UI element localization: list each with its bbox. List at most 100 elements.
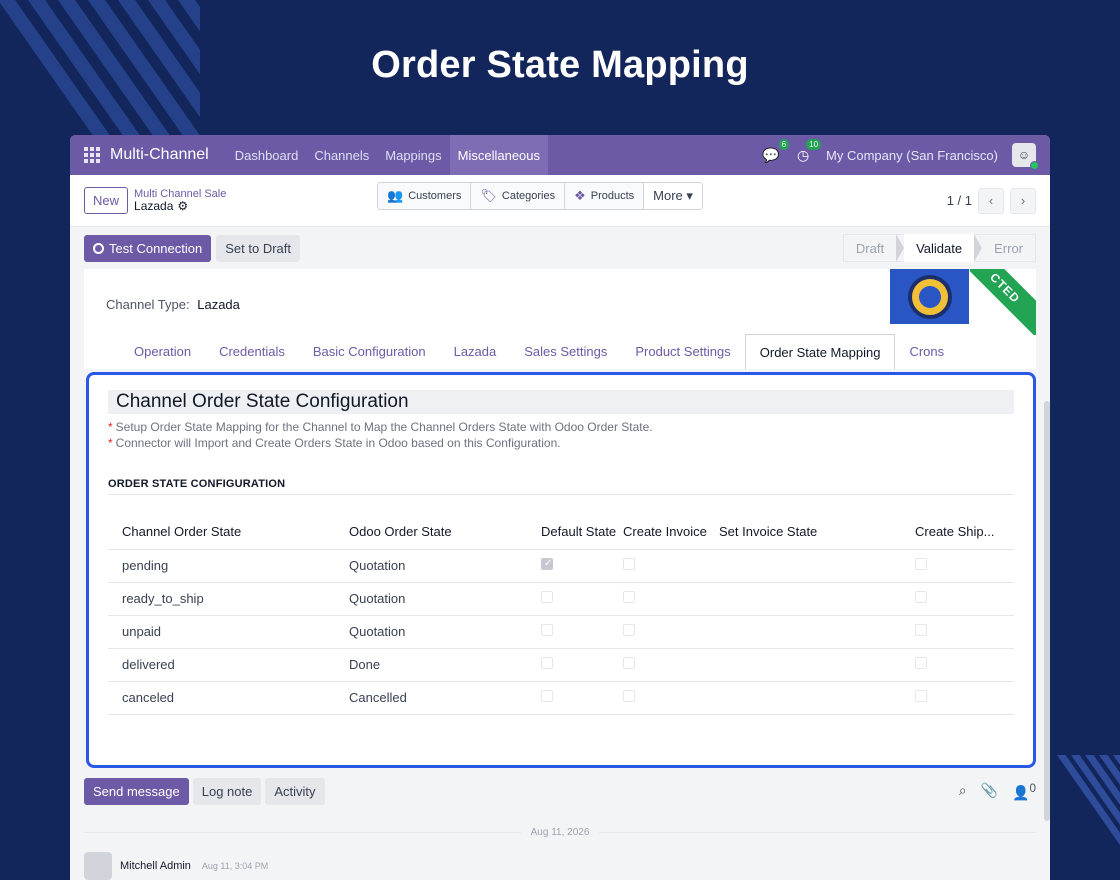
create-shipment-checkbox[interactable]	[915, 657, 927, 669]
tab-credentials[interactable]: Credentials	[205, 334, 299, 369]
channel-state-cell: ready_to_ship	[108, 582, 335, 616]
create-invoice-checkbox[interactable]	[623, 657, 635, 669]
table-row[interactable]: pending Quotation	[108, 549, 1014, 583]
default-state-checkbox[interactable]	[541, 657, 553, 669]
column-set-invoice-state[interactable]: Set Invoice State	[719, 515, 901, 550]
create-shipment-checkbox[interactable]	[915, 624, 927, 636]
create-shipment-checkbox-cell	[901, 615, 1014, 649]
user-avatar[interactable]: ☺	[1012, 143, 1039, 170]
stage-validate[interactable]: Validate	[904, 234, 975, 262]
table-row[interactable]: delivered Done	[108, 648, 1014, 682]
tab-lazada[interactable]: Lazada	[440, 334, 511, 369]
tab-crons[interactable]: Crons	[895, 334, 958, 369]
activities-badge: 10	[806, 139, 822, 150]
column-channel-order-state[interactable]: Channel Order State	[108, 515, 335, 550]
log-note-button[interactable]: Log note	[192, 778, 262, 805]
create-shipment-checkbox[interactable]	[915, 690, 927, 702]
scrollbar[interactable]	[1044, 401, 1050, 821]
test-connection-button[interactable]: Test Connection	[84, 234, 212, 262]
online-status-dot	[1030, 161, 1039, 170]
odoo-state-cell: Quotation	[335, 549, 527, 583]
help-note-text: Connector will Import and Create Orders …	[115, 436, 561, 450]
messages-icon[interactable]: 💬 6	[762, 139, 790, 164]
search-icon[interactable]: ⌕	[959, 782, 967, 802]
followers-icon[interactable]: 👤0	[1012, 782, 1036, 802]
channel-state-cell: pending	[108, 549, 335, 583]
create-shipment-checkbox-cell	[901, 549, 1014, 583]
decorative-stripes	[1040, 755, 1120, 845]
products-label: Products	[590, 190, 635, 202]
set-invoice-state-cell-cell	[719, 549, 901, 583]
tag-icon: 🏷	[480, 188, 497, 203]
help-note: * Setup Order State Mapping for the Chann…	[108, 420, 1014, 450]
test-connection-label: Test Connection	[109, 240, 203, 256]
gear-icon[interactable]: ⚙	[177, 199, 188, 213]
control-panel: New Multi Channel Sale Lazada ⚙ 👥 Custom…	[70, 175, 1050, 227]
categories-smart-button[interactable]: 🏷 Categories	[471, 183, 566, 209]
customers-smart-button[interactable]: 👥 Customers	[378, 183, 472, 209]
chatter: Send message Log note Activity ⌕ 📎 👤0 Au…	[84, 778, 1037, 880]
categories-label: Categories	[501, 190, 556, 202]
set-invoice-state-cell-cell	[719, 582, 901, 616]
default-state-checkbox[interactable]	[541, 558, 553, 570]
stage-error[interactable]: Error	[982, 234, 1035, 262]
column-create-invoice[interactable]: Create Invoice	[623, 515, 719, 550]
create-invoice-checkbox[interactable]	[623, 690, 635, 702]
tab-sales-settings[interactable]: Sales Settings	[510, 334, 621, 369]
tab-operation[interactable]: Operation	[120, 334, 205, 369]
products-smart-button[interactable]: ❖ Products	[565, 183, 645, 209]
help-note-text: Setup Order State Mapping for the Channe…	[115, 420, 653, 434]
message-author[interactable]: Mitchell Admin	[120, 860, 191, 872]
breadcrumb: Multi Channel Sale Lazada ⚙	[134, 188, 226, 213]
default-state-checkbox[interactable]	[541, 624, 553, 636]
default-state-checkbox-cell	[527, 615, 623, 649]
create-invoice-checkbox[interactable]	[623, 558, 635, 570]
default-state-checkbox[interactable]	[541, 690, 553, 702]
create-invoice-checkbox-cell	[623, 549, 719, 583]
default-state-checkbox[interactable]	[541, 591, 553, 603]
company-switcher[interactable]: My Company (San Francisco)	[826, 148, 998, 163]
default-state-checkbox-cell	[527, 681, 623, 715]
sheet-header: Channel Type: Lazada CTED Operation Cred…	[84, 269, 1036, 369]
pager-value[interactable]: 1 / 1	[947, 193, 972, 208]
create-invoice-checkbox[interactable]	[623, 624, 635, 636]
stage-separator	[974, 234, 983, 262]
table-row[interactable]: ready_to_ship Quotation	[108, 582, 1014, 616]
table-row[interactable]: unpaid Quotation	[108, 615, 1014, 649]
asterisk-icon: *	[108, 420, 113, 434]
column-odoo-order-state[interactable]: Odoo Order State	[335, 515, 527, 550]
refresh-ring-icon	[93, 242, 104, 254]
table-row[interactable]: canceled Cancelled	[108, 681, 1014, 715]
set-to-draft-button[interactable]: Set to Draft	[216, 234, 300, 262]
nav-miscellaneous[interactable]: Miscellaneous	[449, 135, 549, 175]
breadcrumb-current-label: Lazada	[134, 198, 174, 213]
paperclip-icon[interactable]: 📎	[981, 782, 998, 802]
send-message-button[interactable]: Send message	[84, 778, 189, 805]
pager-previous-icon[interactable]: ‹	[978, 187, 1004, 214]
column-default-state[interactable]: Default State	[527, 515, 623, 550]
app-brand[interactable]: Multi-Channel	[110, 146, 209, 164]
nav-mappings[interactable]: Mappings	[377, 135, 449, 175]
author-avatar[interactable]	[84, 852, 112, 880]
more-dropdown[interactable]: More ▾	[644, 183, 702, 209]
smart-buttons: 👥 Customers 🏷 Categories ❖ Products More…	[377, 182, 703, 210]
nav-channels[interactable]: Channels	[306, 135, 377, 175]
notebook-tabs: Operation Credentials Basic Configuratio…	[120, 334, 958, 369]
tab-product-settings[interactable]: Product Settings	[621, 334, 744, 369]
activities-clock-icon[interactable]: ◷ 10	[794, 139, 822, 164]
stage-draft[interactable]: Draft	[844, 234, 896, 262]
new-button[interactable]: New	[84, 187, 129, 214]
tab-basic-configuration[interactable]: Basic Configuration	[299, 334, 440, 369]
set-invoice-state-cell-cell	[719, 615, 901, 649]
tab-order-state-mapping[interactable]: Order State Mapping	[744, 334, 896, 369]
channel-type-value[interactable]: Lazada	[197, 297, 240, 312]
nav-dashboard[interactable]: Dashboard	[227, 135, 307, 175]
create-shipment-checkbox[interactable]	[915, 591, 927, 603]
pager-next-icon[interactable]: ›	[1010, 187, 1036, 214]
channel-logo[interactable]	[890, 269, 969, 324]
create-shipment-checkbox[interactable]	[915, 558, 927, 570]
activity-button[interactable]: Activity	[265, 778, 325, 805]
column-create-shipment[interactable]: Create Ship...	[901, 515, 1014, 550]
apps-grid-icon[interactable]	[84, 147, 100, 163]
create-invoice-checkbox[interactable]	[623, 591, 635, 603]
